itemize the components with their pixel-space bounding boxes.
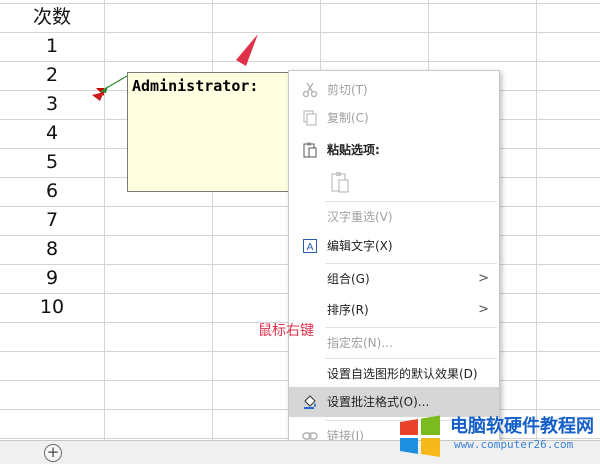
menu-item-assign-macro[interactable]: 指定宏(N)... <box>289 328 499 358</box>
cell-row-4[interactable]: 4 <box>0 119 104 148</box>
menu-item-group[interactable]: 组合(G) > <box>289 264 499 294</box>
cell-row-1[interactable]: 1 <box>0 32 104 61</box>
cell-row-6[interactable]: 6 <box>0 177 104 206</box>
watermark-url: www.computer26.com <box>454 438 574 451</box>
menu-item-cut[interactable]: 剪切(T) <box>289 75 499 105</box>
paint-bucket-icon <box>304 395 316 409</box>
menu-item-edit-text[interactable]: A 编辑文字(X) <box>289 231 499 261</box>
menu-item-label: 汉字重选(V) <box>327 210 393 224</box>
menu-item-order[interactable]: 排序(R) > <box>289 295 499 325</box>
cell-row-2[interactable]: 2 <box>0 61 104 90</box>
cell-row-9[interactable]: 9 <box>0 264 104 293</box>
menu-item-paste-options: 粘贴选项: <box>289 135 499 165</box>
text-box-icon: A <box>303 239 317 253</box>
menu-item-label: 指定宏(N)... <box>327 336 393 350</box>
chevron-right-icon: > <box>478 271 489 286</box>
menu-item-set-default-effect[interactable]: 设置自选图形的默认效果(D) <box>289 359 499 389</box>
paste-clipboard-icon[interactable] <box>329 171 351 193</box>
watermark-title: 电脑软硬件教程网 <box>450 416 594 437</box>
menu-item-label: 组合(G) <box>327 272 370 286</box>
add-sheet-icon[interactable]: + <box>44 444 62 462</box>
cell-row-3[interactable]: 3 <box>0 90 104 119</box>
cell-row-8[interactable]: 8 <box>0 235 104 264</box>
cell-row-5[interactable]: 5 <box>0 148 104 177</box>
cell-row-7[interactable]: 7 <box>0 206 104 235</box>
menu-item-label: 设置自选图形的默认效果(D) <box>327 367 478 381</box>
menu-item-copy[interactable]: 复制(C) <box>289 103 499 133</box>
scissors-icon <box>302 82 318 98</box>
menu-item-label: 排序(R) <box>327 303 369 317</box>
column-header-cell[interactable]: 次数 <box>0 3 104 32</box>
menu-item-label: 剪切(T) <box>327 83 368 97</box>
clipboard-icon <box>303 142 317 158</box>
cell-row-10[interactable]: 10 <box>0 293 104 322</box>
menu-item-reselect[interactable]: 汉字重选(V) <box>289 202 499 232</box>
menu-item-label: 编辑文字(X) <box>327 239 393 253</box>
windows-logo-icon <box>400 415 440 457</box>
menu-item-label: 复制(C) <box>327 111 369 125</box>
context-menu[interactable]: 剪切(T) 复制(C) 粘贴选项: 汉字重选(V) A 编辑文字(X) 组合(G… <box>288 70 500 464</box>
watermark: 电脑软硬件教程网 www.computer26.com <box>394 408 600 464</box>
comment-author: Administrator: <box>132 77 259 95</box>
chevron-right-icon: > <box>478 302 489 317</box>
copy-icon <box>303 110 317 126</box>
comment-box[interactable]: Administrator: <box>127 72 293 192</box>
menu-item-label: 粘贴选项: <box>327 143 380 157</box>
right-click-annotation: 鼠标右键 <box>258 323 314 339</box>
svg-text:A: A <box>307 242 314 253</box>
